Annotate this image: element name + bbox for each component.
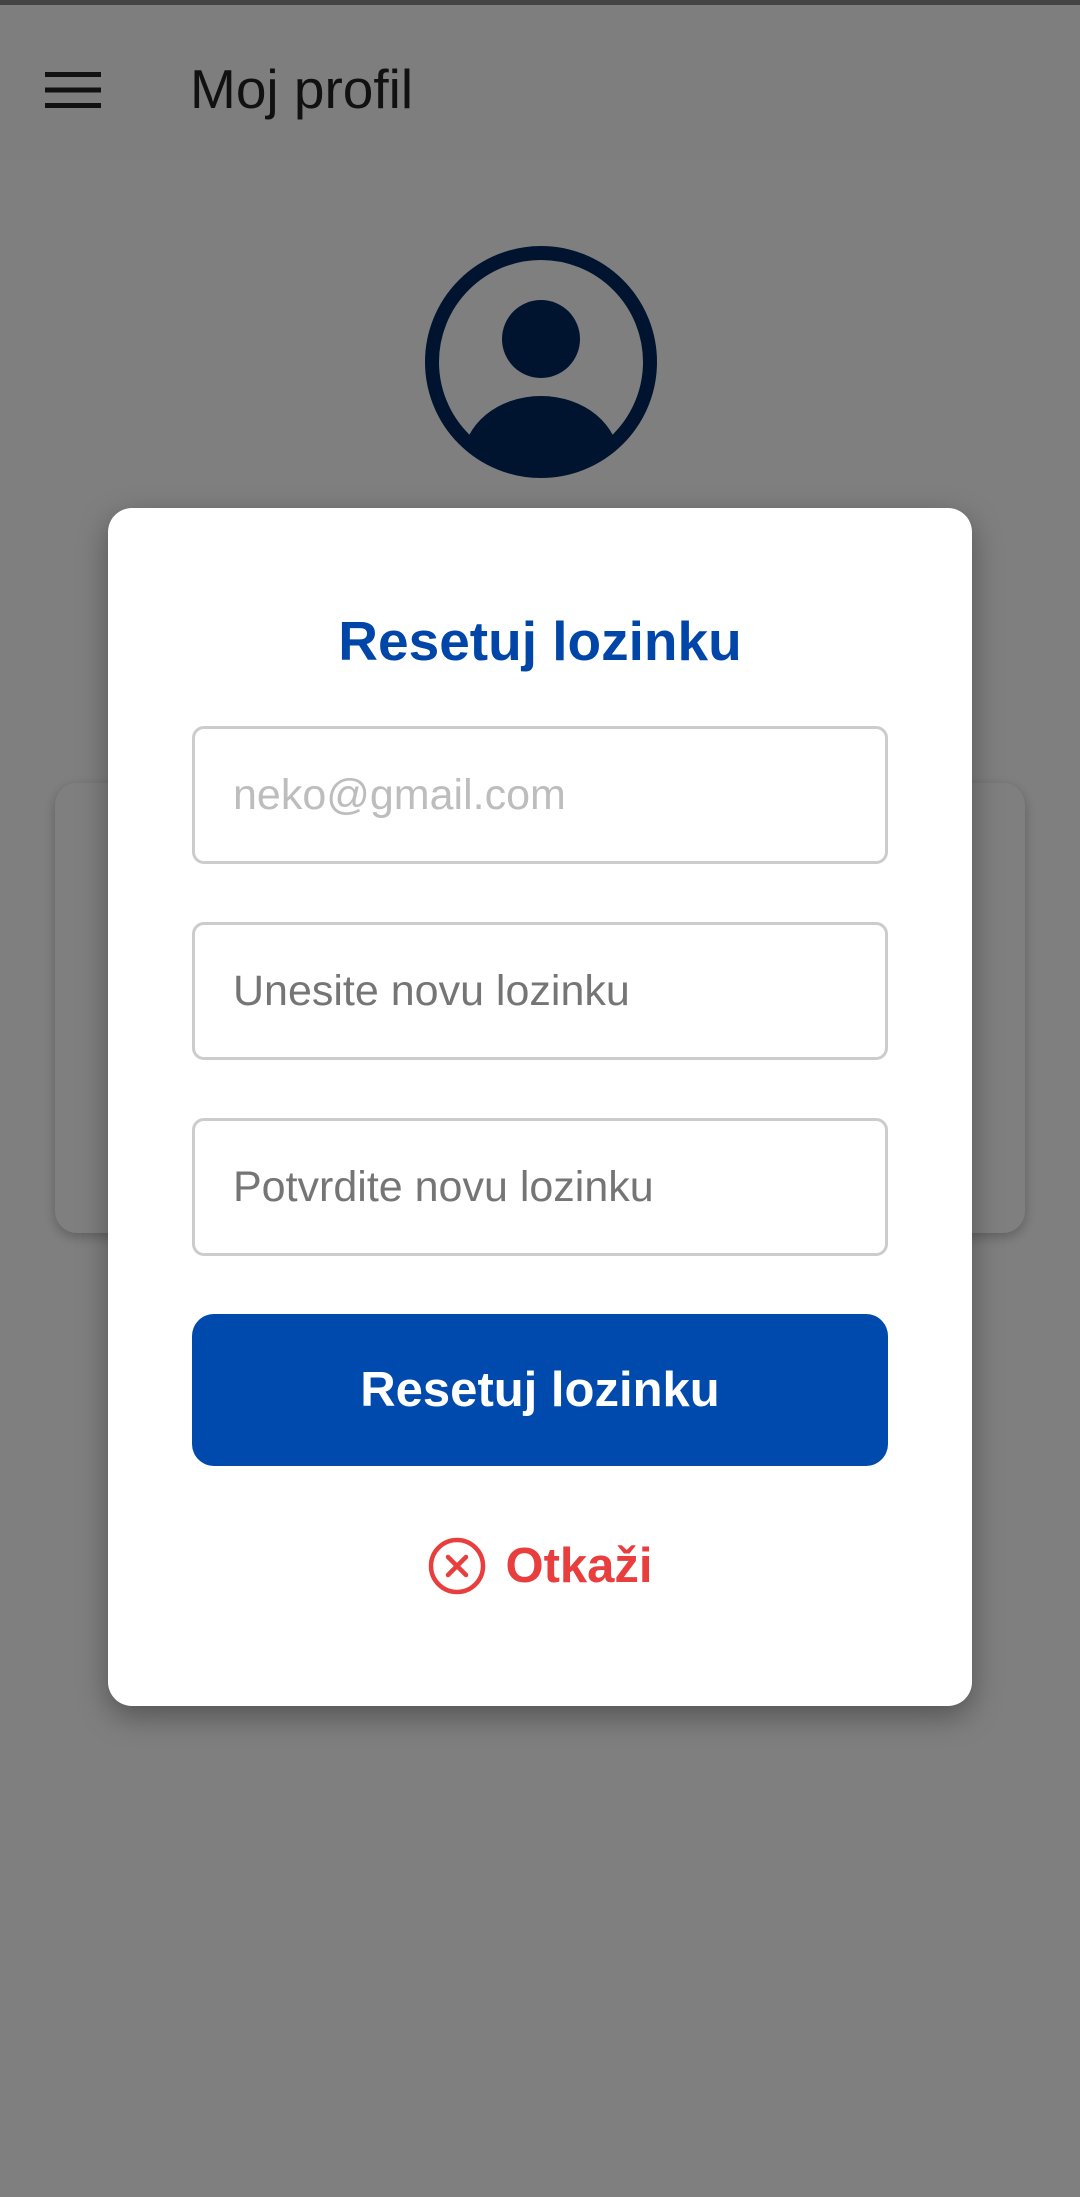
confirm-password-field[interactable] — [192, 1118, 888, 1256]
cancel-label: Otkaži — [505, 1539, 653, 1593]
reset-password-button[interactable]: Resetuj lozinku — [192, 1314, 888, 1466]
reset-password-button-label: Resetuj lozinku — [360, 1363, 720, 1417]
close-circle-icon — [427, 1536, 487, 1596]
dialog-title: Resetuj lozinku — [338, 610, 742, 672]
email-field[interactable] — [192, 726, 888, 864]
cancel-button[interactable]: Otkaži — [108, 1526, 972, 1606]
new-password-field[interactable] — [192, 922, 888, 1060]
reset-password-dialog: Resetuj lozinku Resetuj lozinku Otkaži — [108, 508, 972, 1706]
